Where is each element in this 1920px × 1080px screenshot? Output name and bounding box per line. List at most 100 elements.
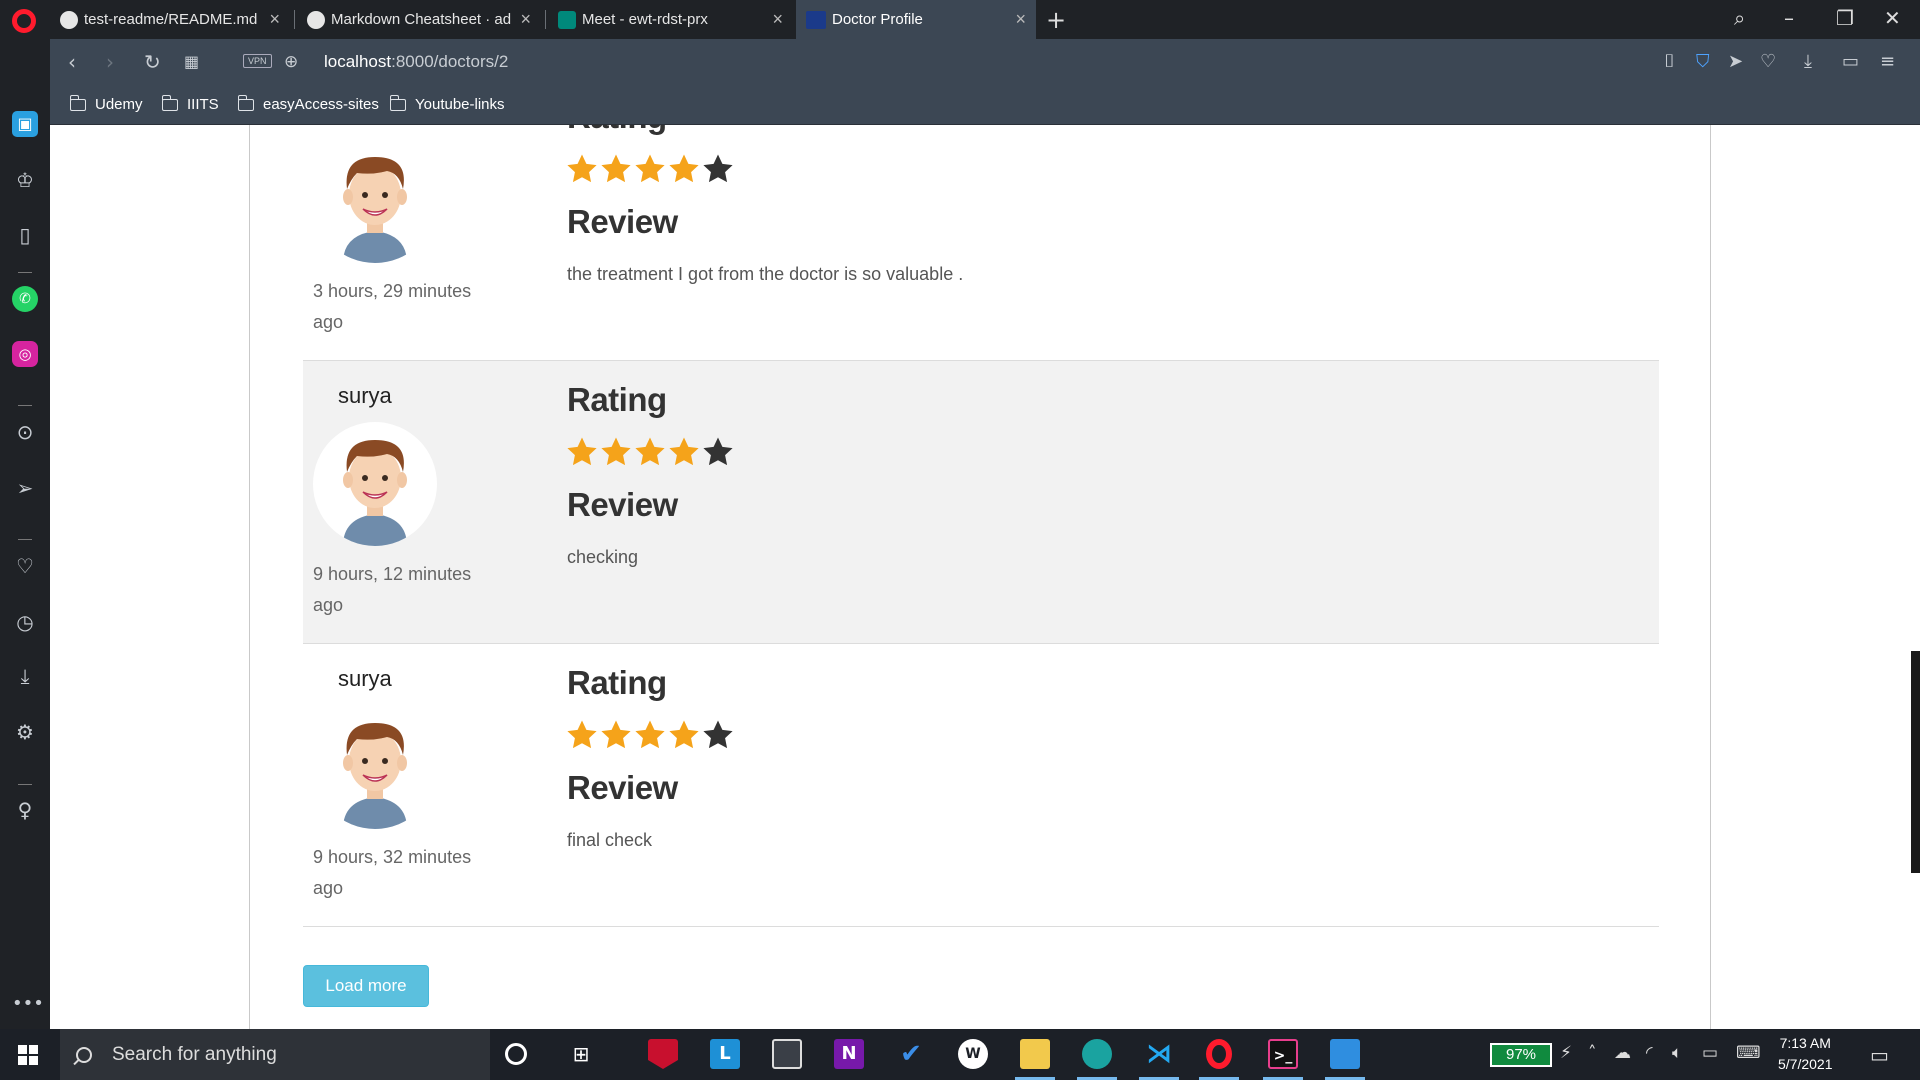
easy-setup-icon[interactable]: ≡ — [1880, 51, 1895, 72]
settings-icon[interactable]: ⚙ — [12, 719, 38, 745]
star-filled-icon — [601, 437, 631, 466]
new-tab-icon[interactable]: + — [1046, 6, 1066, 34]
bookmark-label: Youtube-links — [415, 96, 505, 113]
forward-icon[interactable]: › — [106, 50, 114, 74]
vscode-icon[interactable]: ⋊ — [1144, 1039, 1174, 1069]
plug-icon[interactable]: ⚡ — [1560, 1043, 1572, 1063]
tab-bar: test-readme/README.md a × Markdown Cheat… — [0, 0, 1920, 39]
file-explorer-icon[interactable] — [1020, 1039, 1050, 1069]
scrollbar-thumb[interactable] — [1911, 651, 1920, 873]
opera-taskbar-icon[interactable] — [1206, 1039, 1232, 1069]
close-icon[interactable]: × — [772, 9, 783, 30]
load-more-button[interactable]: Load more — [303, 965, 429, 1007]
download-icon[interactable]: ⤓ — [1804, 51, 1812, 72]
clock-date: 5/7/2021 — [1778, 1056, 1833, 1072]
edge-icon[interactable] — [1082, 1039, 1112, 1069]
search-tabs-icon[interactable]: ⌕ — [1734, 6, 1745, 30]
photos-icon[interactable] — [1330, 1039, 1360, 1069]
player-icon[interactable]: ⊙ — [12, 419, 38, 445]
download-icon[interactable]: ⤓ — [12, 663, 38, 689]
snapshot-icon[interactable]: ⌷ — [1664, 51, 1675, 72]
terminal-icon[interactable]: >_ — [1268, 1039, 1298, 1069]
lightbulb-icon[interactable]: ♀ — [12, 797, 38, 823]
rating-heading: Rating — [567, 381, 667, 418]
star-filled-icon — [567, 437, 597, 466]
reviewer-avatar — [313, 705, 437, 829]
star-filled-icon — [601, 154, 631, 183]
tab-markdown-cheatsheet[interactable]: Markdown Cheatsheet · ad × — [297, 0, 541, 39]
bookmark-iiits[interactable]: IIITS — [161, 94, 219, 113]
star-filled-icon — [669, 154, 699, 183]
reviewer-name: surya — [338, 666, 392, 691]
speed-dial-icon[interactable]: ▦ — [184, 52, 199, 71]
star-filled-icon — [669, 720, 699, 749]
workspace-icon[interactable]: ▣ — [12, 111, 38, 137]
clock-time: 7:13 AM — [1779, 1035, 1831, 1051]
shield-icon[interactable]: ⛉ — [1696, 51, 1710, 72]
instagram-icon[interactable]: ◎ — [12, 341, 38, 367]
star-filled-icon — [567, 720, 597, 749]
todo-icon[interactable]: ✔ — [896, 1039, 926, 1069]
vpn-badge[interactable]: VPN — [243, 54, 272, 68]
windows-start-icon[interactable] — [18, 1045, 38, 1065]
store-icon[interactable] — [772, 1039, 802, 1069]
tab-doctor-profile[interactable]: Doctor Profile × — [796, 0, 1036, 39]
folder-icon — [237, 94, 254, 111]
url-field[interactable]: localhost:8000/doctors/2 — [324, 52, 508, 72]
system-clock[interactable]: 7:13 AM 5/7/2021 — [1778, 1033, 1833, 1075]
taskbar-search[interactable]: Search for anything — [60, 1029, 490, 1080]
heart-icon[interactable]: ♡ — [12, 553, 38, 579]
bookmark-youtube-links[interactable]: Youtube-links — [389, 94, 505, 113]
onedrive-icon[interactable]: ☁ — [1614, 1043, 1631, 1063]
keyboard-icon[interactable]: ⌨ — [1736, 1043, 1761, 1063]
close-icon[interactable]: × — [1015, 9, 1026, 30]
book-icon[interactable]: ▯ — [12, 222, 38, 248]
volume-icon[interactable]: 🔈︎ — [1672, 1043, 1682, 1063]
star-filled-icon — [601, 720, 631, 749]
sidebar-separator — [18, 405, 32, 406]
chevron-up-icon[interactable]: ˄ — [1588, 1043, 1597, 1063]
tab-readme[interactable]: test-readme/README.md a × — [50, 0, 290, 39]
bookmark-udemy[interactable]: Udemy — [69, 94, 143, 113]
notification-icon[interactable]: ▭ — [1870, 1043, 1889, 1067]
wordweb-icon[interactable]: W — [958, 1039, 988, 1069]
url-host: localhost — [324, 52, 392, 71]
battery-indicator[interactable]: 97% — [1490, 1043, 1552, 1067]
star-empty-icon — [703, 720, 733, 749]
reviewer-avatar — [313, 139, 437, 263]
battery-saver-icon[interactable]: ▭ — [1842, 51, 1859, 72]
heart-icon[interactable]: ♡ — [1760, 51, 1776, 72]
reviewer-name: surya — [338, 125, 392, 126]
address-bar: ‹ › ↻ ▦ VPN ⊕ localhost:8000/doctors/2 ⌷… — [50, 39, 1920, 87]
close-window-icon[interactable]: ✕ — [1884, 6, 1901, 30]
star-filled-icon — [567, 154, 597, 183]
whatsapp-icon[interactable]: ✆ — [12, 286, 38, 312]
reload-icon[interactable]: ↻ — [144, 50, 161, 74]
crown-icon[interactable]: ♔ — [12, 167, 38, 193]
onenote-icon[interactable]: N — [834, 1039, 864, 1069]
back-icon[interactable]: ‹ — [68, 50, 76, 74]
meet-now-icon[interactable]: ▭ — [1702, 1043, 1718, 1063]
mcafee-icon[interactable] — [648, 1039, 678, 1069]
cortana-icon[interactable] — [505, 1043, 527, 1065]
task-view-icon[interactable]: ⊞ — [566, 1039, 596, 1069]
close-icon[interactable]: × — [520, 9, 531, 30]
more-icon[interactable]: ••• — [12, 991, 44, 1017]
person-avatar-icon — [343, 157, 407, 263]
rating-stars — [565, 435, 735, 469]
launcher-l-icon[interactable]: L — [710, 1039, 740, 1069]
globe-icon[interactable]: ⊕ — [284, 52, 298, 72]
opera-logo-icon[interactable] — [12, 9, 36, 33]
star-filled-icon — [669, 437, 699, 466]
wifi-icon[interactable]: ◜ — [1646, 1043, 1653, 1063]
tab-meet[interactable]: Meet - ewt-rdst-prx × — [548, 0, 793, 39]
history-icon[interactable]: ◷ — [12, 609, 38, 635]
restore-icon[interactable]: ❐ — [1836, 6, 1854, 30]
close-icon[interactable]: × — [269, 9, 280, 30]
send-icon[interactable]: ➤ — [1728, 51, 1743, 72]
bookmark-easyaccess-sites[interactable]: easyAccess-sites — [237, 94, 379, 113]
github-icon — [307, 10, 325, 29]
container-border — [1710, 125, 1711, 1029]
minimize-icon[interactable]: – — [1784, 6, 1794, 30]
send-icon[interactable]: ➢ — [12, 475, 38, 501]
